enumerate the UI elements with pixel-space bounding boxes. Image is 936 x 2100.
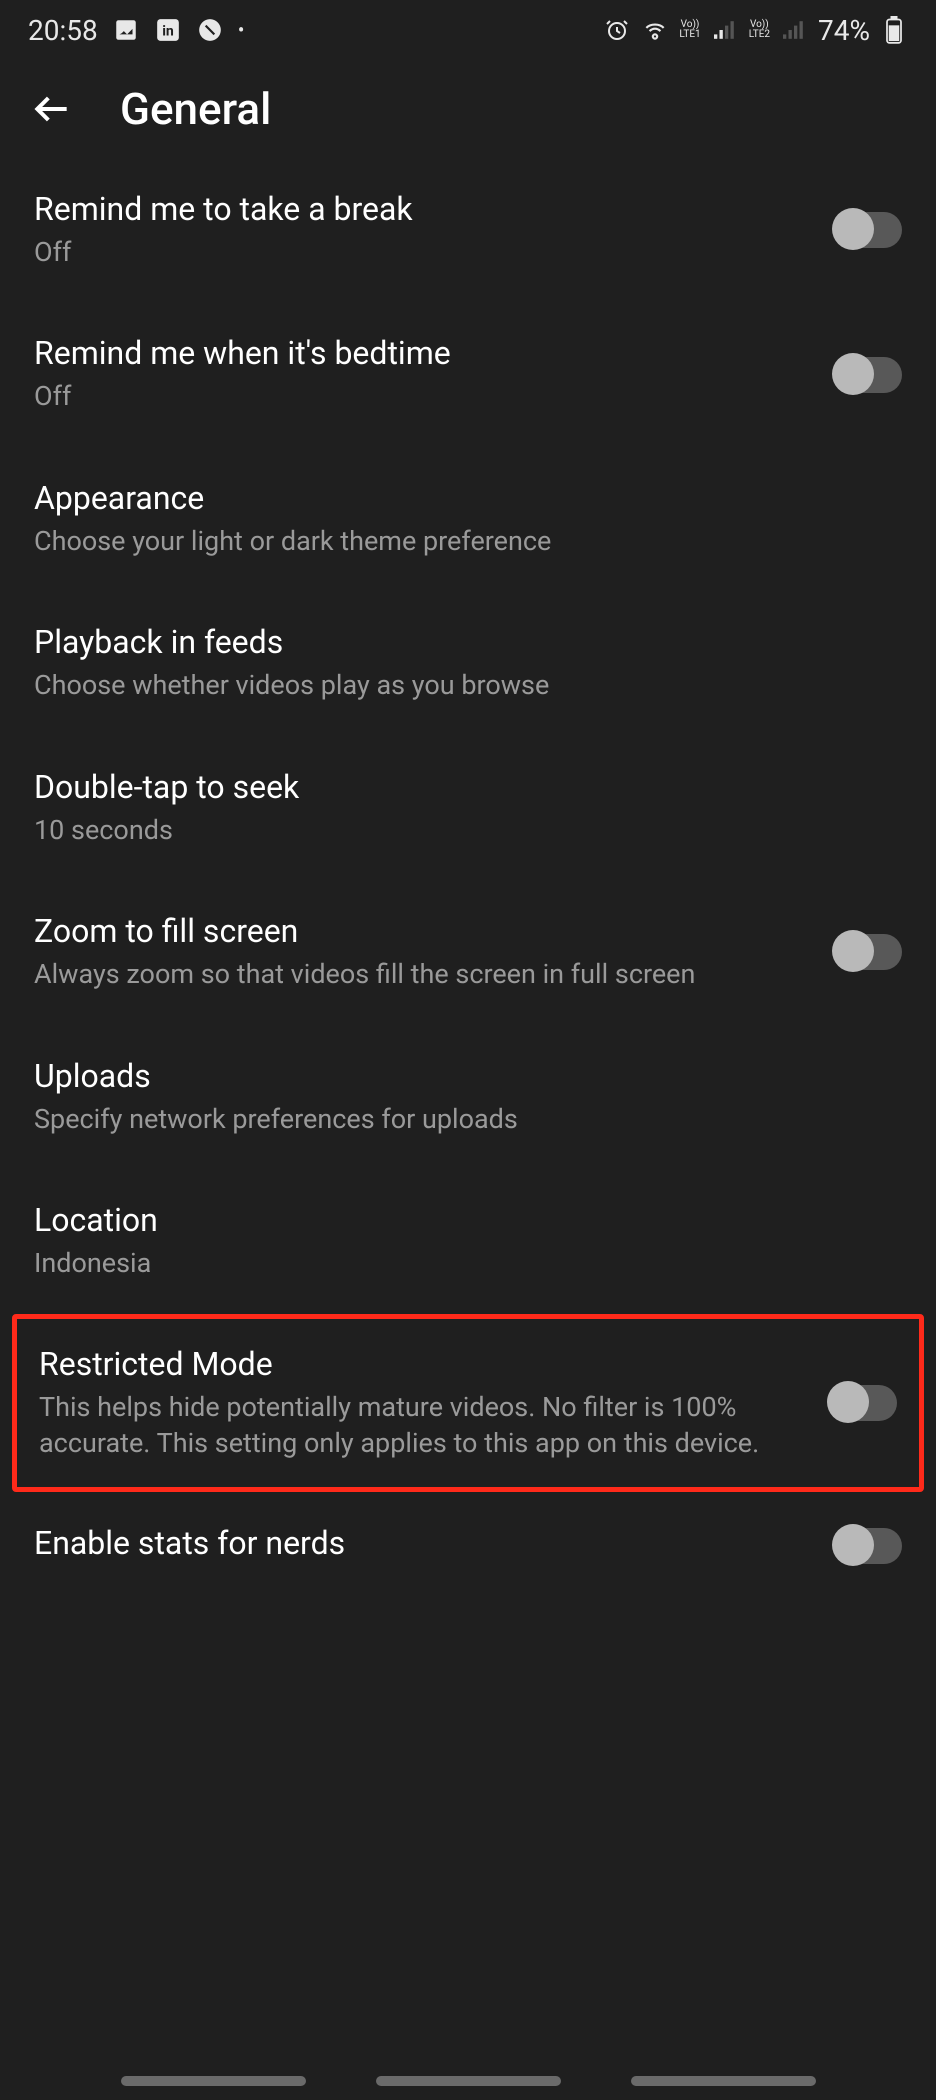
lte2-indicator: Vo)) LTE2 bbox=[749, 20, 770, 40]
nav-back[interactable] bbox=[631, 2076, 816, 2086]
setting-double-tap[interactable]: Double-tap to seek 10 seconds bbox=[0, 736, 936, 880]
notification-blocked-icon bbox=[196, 16, 224, 44]
setting-title: Enable stats for nerds bbox=[34, 1524, 810, 1562]
setting-sub: Off bbox=[34, 378, 810, 414]
setting-sub: Specify network preferences for uploads bbox=[34, 1101, 878, 1137]
setting-sub: Choose your light or dark theme preferen… bbox=[34, 523, 878, 559]
toggle-knob bbox=[832, 208, 874, 250]
arrow-left-icon bbox=[30, 87, 74, 131]
status-left: 20:58 in • bbox=[28, 14, 244, 47]
image-icon bbox=[112, 16, 140, 44]
wifi-icon bbox=[641, 16, 669, 44]
setting-title: Remind me when it's bedtime bbox=[34, 334, 810, 372]
setting-title: Playback in feeds bbox=[34, 623, 878, 661]
battery-icon bbox=[880, 16, 908, 44]
setting-sub: Always zoom so that videos fill the scre… bbox=[34, 956, 810, 992]
setting-title: Uploads bbox=[34, 1057, 878, 1095]
app-bar: General bbox=[0, 60, 936, 158]
toggle-knob bbox=[832, 1524, 874, 1566]
dot-indicator: • bbox=[238, 18, 245, 42]
lte1-indicator: Vo)) LTE1 bbox=[679, 20, 700, 40]
setting-title: Zoom to fill screen bbox=[34, 912, 810, 950]
setting-title: Restricted Mode bbox=[39, 1345, 805, 1383]
page-title: General bbox=[120, 83, 271, 135]
toggle-bedtime[interactable] bbox=[834, 357, 902, 393]
toggle-knob bbox=[832, 353, 874, 395]
alarm-icon bbox=[603, 16, 631, 44]
setting-sub: 10 seconds bbox=[34, 812, 878, 848]
toggle-knob bbox=[832, 930, 874, 972]
toggle-zoom-fill[interactable] bbox=[834, 934, 902, 970]
settings-list: Remind me to take a break Off Remind me … bbox=[0, 158, 936, 1600]
setting-title: Appearance bbox=[34, 479, 878, 517]
setting-sub: Indonesia bbox=[34, 1245, 878, 1281]
setting-appearance[interactable]: Appearance Choose your light or dark the… bbox=[0, 447, 936, 591]
battery-percent: 74% bbox=[818, 14, 870, 47]
setting-bedtime[interactable]: Remind me when it's bedtime Off bbox=[0, 302, 936, 446]
status-right: Vo)) LTE1 Vo)) LTE2 74% bbox=[603, 14, 908, 47]
toggle-remind-break[interactable] bbox=[834, 212, 902, 248]
setting-location[interactable]: Location Indonesia bbox=[0, 1169, 936, 1313]
toggle-knob bbox=[827, 1381, 869, 1423]
setting-zoom-fill[interactable]: Zoom to fill screen Always zoom so that … bbox=[0, 880, 936, 1024]
setting-title: Location bbox=[34, 1201, 878, 1239]
status-bar: 20:58 in • Vo)) LTE1 Vo)) LTE2 bbox=[0, 0, 936, 60]
setting-sub: Off bbox=[34, 234, 810, 270]
svg-text:in: in bbox=[162, 23, 174, 39]
toggle-restricted-mode[interactable] bbox=[829, 1385, 897, 1421]
back-button[interactable] bbox=[28, 85, 76, 133]
setting-title: Remind me to take a break bbox=[34, 190, 810, 228]
setting-sub: This helps hide potentially mature video… bbox=[39, 1389, 805, 1462]
signal-2-icon bbox=[780, 16, 808, 44]
setting-restricted-mode[interactable]: Restricted Mode This helps hide potentia… bbox=[17, 1319, 919, 1488]
status-time: 20:58 bbox=[28, 14, 98, 47]
setting-uploads[interactable]: Uploads Specify network preferences for … bbox=[0, 1025, 936, 1169]
setting-stats-nerds[interactable]: Enable stats for nerds bbox=[0, 1492, 936, 1600]
restricted-mode-highlight: Restricted Mode This helps hide potentia… bbox=[12, 1314, 924, 1493]
nav-home[interactable] bbox=[376, 2076, 561, 2086]
signal-1-icon bbox=[711, 16, 739, 44]
system-nav-bar bbox=[0, 2076, 936, 2086]
setting-sub: Choose whether videos play as you browse bbox=[34, 667, 878, 703]
linkedin-icon: in bbox=[154, 16, 182, 44]
nav-recents[interactable] bbox=[121, 2076, 306, 2086]
setting-remind-break[interactable]: Remind me to take a break Off bbox=[0, 158, 936, 302]
setting-title: Double-tap to seek bbox=[34, 768, 878, 806]
toggle-stats-nerds[interactable] bbox=[834, 1528, 902, 1564]
setting-playback-feeds[interactable]: Playback in feeds Choose whether videos … bbox=[0, 591, 936, 735]
